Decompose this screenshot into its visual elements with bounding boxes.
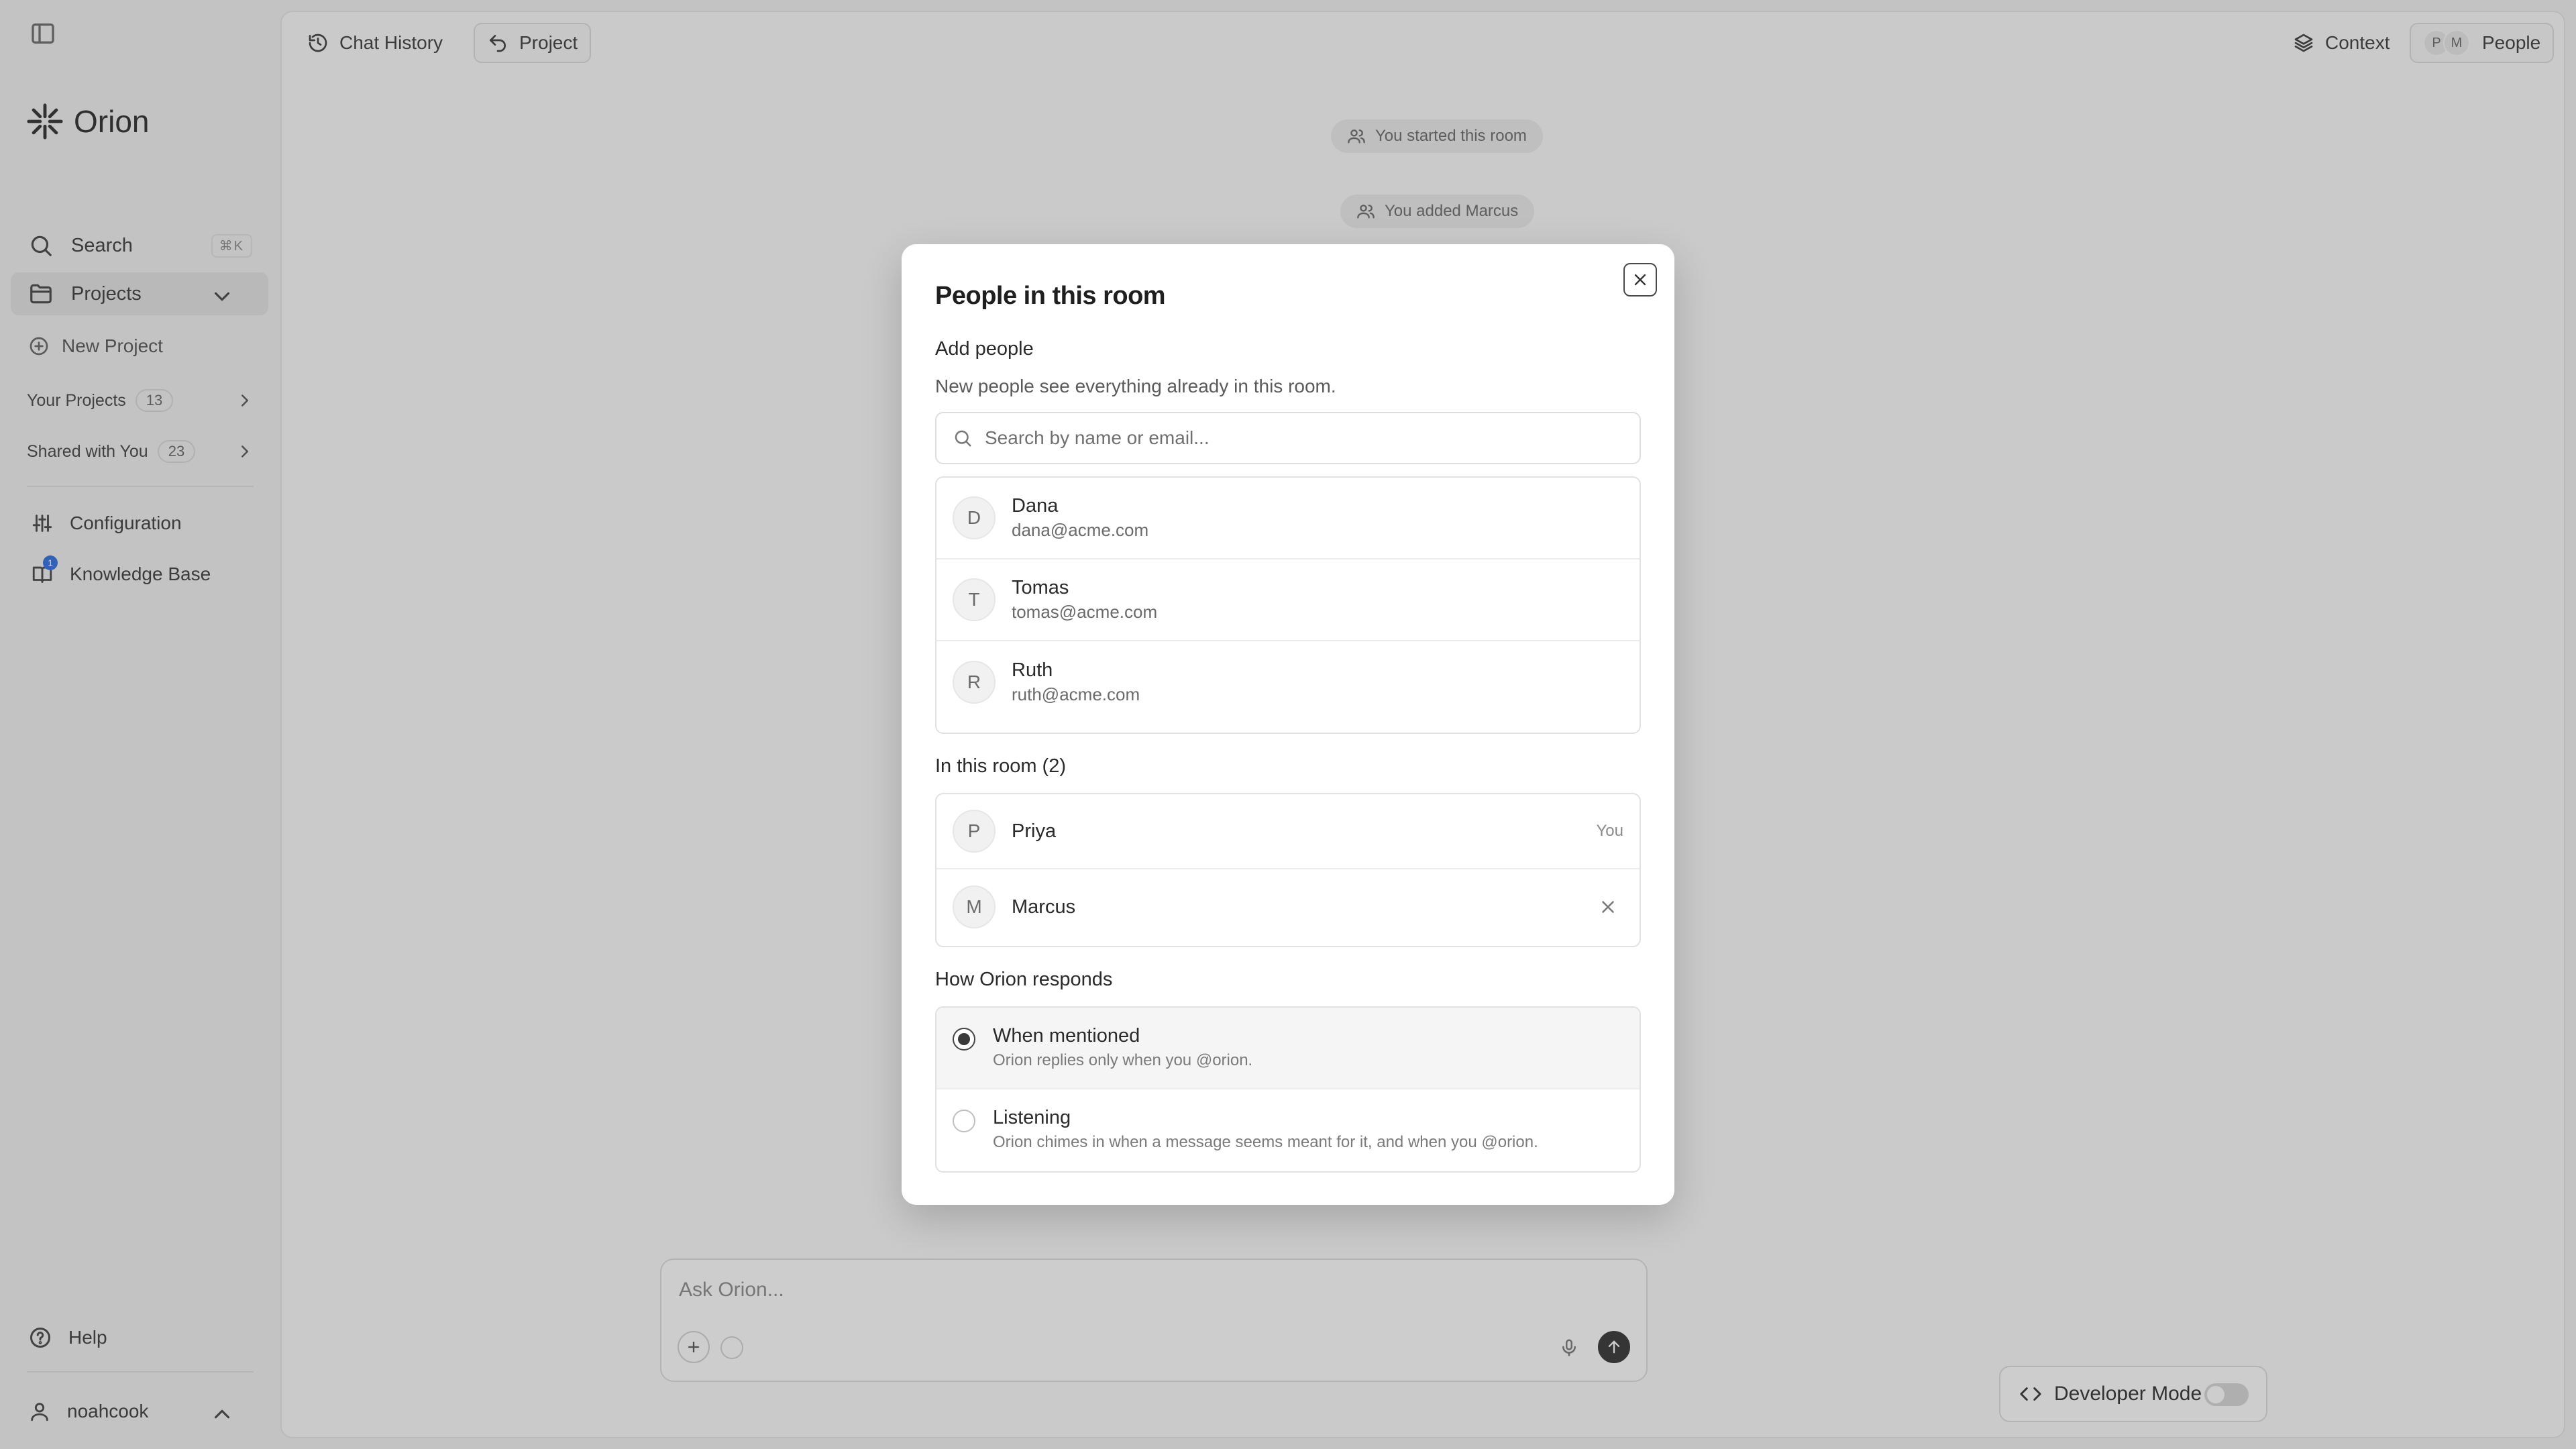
- person-name: Marcus: [1012, 896, 1076, 918]
- option-description: Orion chimes in when a message seems mea…: [993, 1133, 1538, 1151]
- option-description: Orion replies only when you @orion.: [993, 1051, 1253, 1069]
- you-tag: You: [1596, 822, 1624, 840]
- remove-member-icon[interactable]: [1598, 897, 1618, 917]
- option-title: When mentioned: [993, 1025, 1140, 1046]
- people-search-input[interactable]: [985, 427, 1589, 449]
- suggestion-row-dana[interactable]: D Dana dana@acme.com: [936, 478, 1640, 559]
- search-icon: [953, 428, 973, 448]
- add-people-heading: Add people: [935, 338, 1034, 360]
- add-people-hint: New people see everything already in thi…: [935, 376, 1336, 396]
- people-modal: People in this room Add people New peopl…: [902, 244, 1674, 1205]
- person-name: Tomas: [1012, 577, 1069, 598]
- person-email: tomas@acme.com: [1012, 602, 1158, 622]
- avatar: R: [953, 661, 996, 704]
- close-button[interactable]: [1623, 263, 1657, 297]
- suggestion-row-tomas[interactable]: T Tomas tomas@acme.com: [936, 559, 1640, 641]
- person-name: Dana: [1012, 495, 1059, 517]
- option-listening[interactable]: Listening Orion chimes in when a message…: [936, 1089, 1640, 1171]
- member-row-marcus: M Marcus: [936, 869, 1640, 945]
- option-title: Listening: [993, 1107, 1071, 1128]
- member-list: P Priya You M Marcus: [935, 793, 1641, 947]
- people-search: [935, 412, 1641, 464]
- avatar: P: [953, 810, 996, 853]
- radio-button[interactable]: [953, 1110, 975, 1132]
- avatar: M: [953, 885, 996, 928]
- person-email: ruth@acme.com: [1012, 684, 1140, 704]
- responds-heading: How Orion responds: [935, 969, 1113, 990]
- person-name: Priya: [1012, 820, 1057, 842]
- person-email: dana@acme.com: [1012, 520, 1149, 540]
- modal-title: People in this room: [935, 282, 1166, 310]
- response-mode-options: When mentioned Orion replies only when y…: [935, 1006, 1641, 1173]
- suggestion-row-ruth[interactable]: R Ruth ruth@acme.com: [936, 641, 1640, 723]
- in-room-heading: In this room (2): [935, 755, 1066, 777]
- avatar: D: [953, 496, 996, 539]
- avatar: T: [953, 578, 996, 621]
- radio-button[interactable]: [953, 1028, 975, 1051]
- member-row-priya: P Priya You: [936, 794, 1640, 869]
- close-icon: [1631, 270, 1650, 289]
- option-when-mentioned[interactable]: When mentioned Orion replies only when y…: [936, 1008, 1640, 1089]
- suggestion-list: D Dana dana@acme.com T Tomas tomas@acme.…: [935, 476, 1641, 734]
- person-name: Ruth: [1012, 659, 1053, 681]
